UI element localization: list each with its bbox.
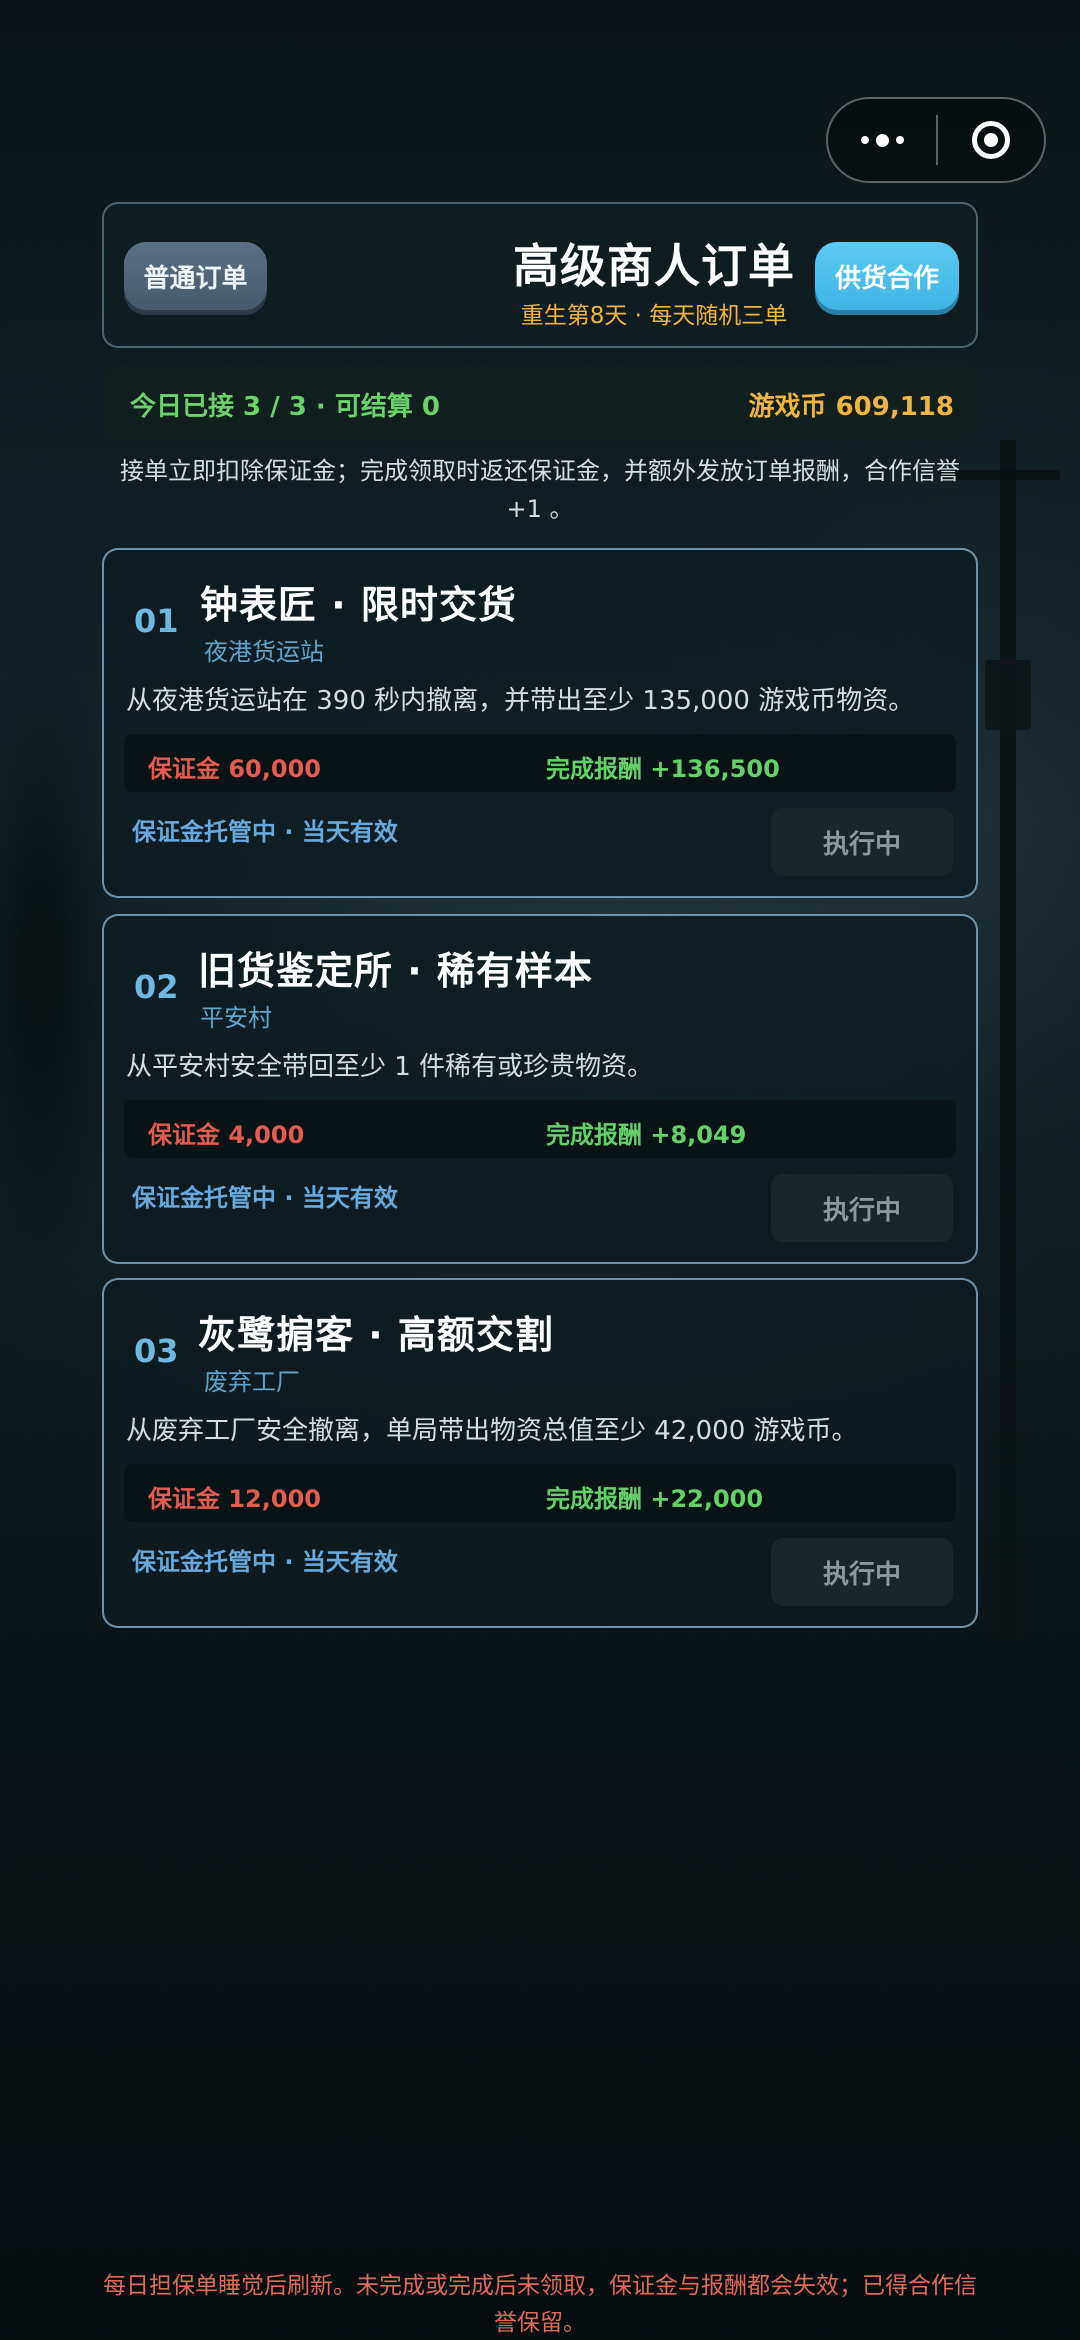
order-header: 普通订单 高级商人订单 重生第8天 · 每天随机三单 供货合作: [102, 202, 978, 348]
order-reward: 完成报酬 +8,049: [546, 1121, 747, 1149]
order-number: 01: [134, 602, 179, 640]
order-reward: 完成报酬 +22,000: [546, 1485, 764, 1513]
order-location: 平安村: [200, 1004, 272, 1032]
coin-balance: 游戏币 609,118: [748, 392, 954, 422]
order-number: 02: [134, 968, 179, 1006]
accepted-count: 今日已接 3 / 3 · 可结算 0: [130, 392, 440, 422]
mini-program-capsule: [826, 97, 1046, 183]
order-card: 01 钟表匠 · 限时交货 夜港货运站 从夜港货运站在 390 秒内撤离，并带出…: [102, 548, 978, 898]
order-location: 夜港货运站: [204, 638, 324, 666]
order-executing-button[interactable]: 执行中: [771, 1538, 953, 1606]
rules-info: 接单立即扣除保证金；完成领取时返还保证金，并额外发放订单报酬，合作信誉 +1 。: [120, 457, 960, 523]
more-dots-icon[interactable]: [828, 133, 936, 147]
page-subtitle: 重生第8天 · 每天随机三单: [520, 303, 788, 329]
order-escrow-status: 保证金托管中 · 当天有效: [132, 818, 398, 846]
order-executing-button[interactable]: 执行中: [771, 808, 953, 876]
order-escrow-status: 保证金托管中 · 当天有效: [132, 1548, 398, 1576]
order-location: 废弃工厂: [204, 1368, 300, 1396]
order-terms: 保证金 4,000 完成报酬 +8,049: [124, 1100, 956, 1158]
order-executing-button[interactable]: 执行中: [771, 1174, 953, 1242]
order-deposit: 保证金 12,000: [148, 1485, 321, 1513]
order-deposit: 保证金 60,000: [148, 755, 321, 783]
refresh-notice: 每日担保单睡觉后刷新。未完成或完成后未领取，保证金与报酬都会失效；已得合作信誉保…: [103, 2273, 977, 2336]
order-card: 02 旧货鉴定所 · 稀有样本 平安村 从平安村安全带回至少 1 件稀有或珍贵物…: [102, 914, 978, 1264]
order-terms: 保证金 12,000 完成报酬 +22,000: [124, 1464, 956, 1522]
utility-pole: [1000, 440, 1016, 1640]
order-description: 从平安村安全带回至少 1 件稀有或珍贵物资。: [126, 1052, 654, 1082]
stats-bar: 今日已接 3 / 3 · 可结算 0 游戏币 609,118: [104, 366, 976, 438]
page-title: 高级商人订单: [513, 239, 795, 293]
order-card: 03 灰鹭掮客 · 高额交割 废弃工厂 从废弃工厂安全撤离，单局带出物资总值至少…: [102, 1278, 978, 1628]
utility-pole-box: [985, 660, 1031, 730]
order-title: 旧货鉴定所 · 稀有样本: [198, 949, 593, 993]
order-escrow-status: 保证金托管中 · 当天有效: [132, 1184, 398, 1212]
supply-cooperation-button[interactable]: 供货合作: [815, 242, 959, 310]
record-target-icon[interactable]: [938, 121, 1044, 159]
order-description: 从废弃工厂安全撤离，单局带出物资总值至少 42,000 游戏币。: [126, 1416, 858, 1446]
order-reward: 完成报酬 +136,500: [546, 755, 780, 783]
order-terms: 保证金 60,000 完成报酬 +136,500: [124, 734, 956, 792]
order-title: 灰鹭掮客 · 高额交割: [198, 1313, 554, 1357]
order-number: 03: [134, 1332, 179, 1370]
normal-orders-button[interactable]: 普通订单: [124, 242, 267, 310]
order-deposit: 保证金 4,000: [148, 1121, 305, 1149]
order-title: 钟表匠 · 限时交货: [200, 583, 517, 627]
order-description: 从夜港货运站在 390 秒内撤离，并带出至少 135,000 游戏币物资。: [126, 686, 915, 716]
